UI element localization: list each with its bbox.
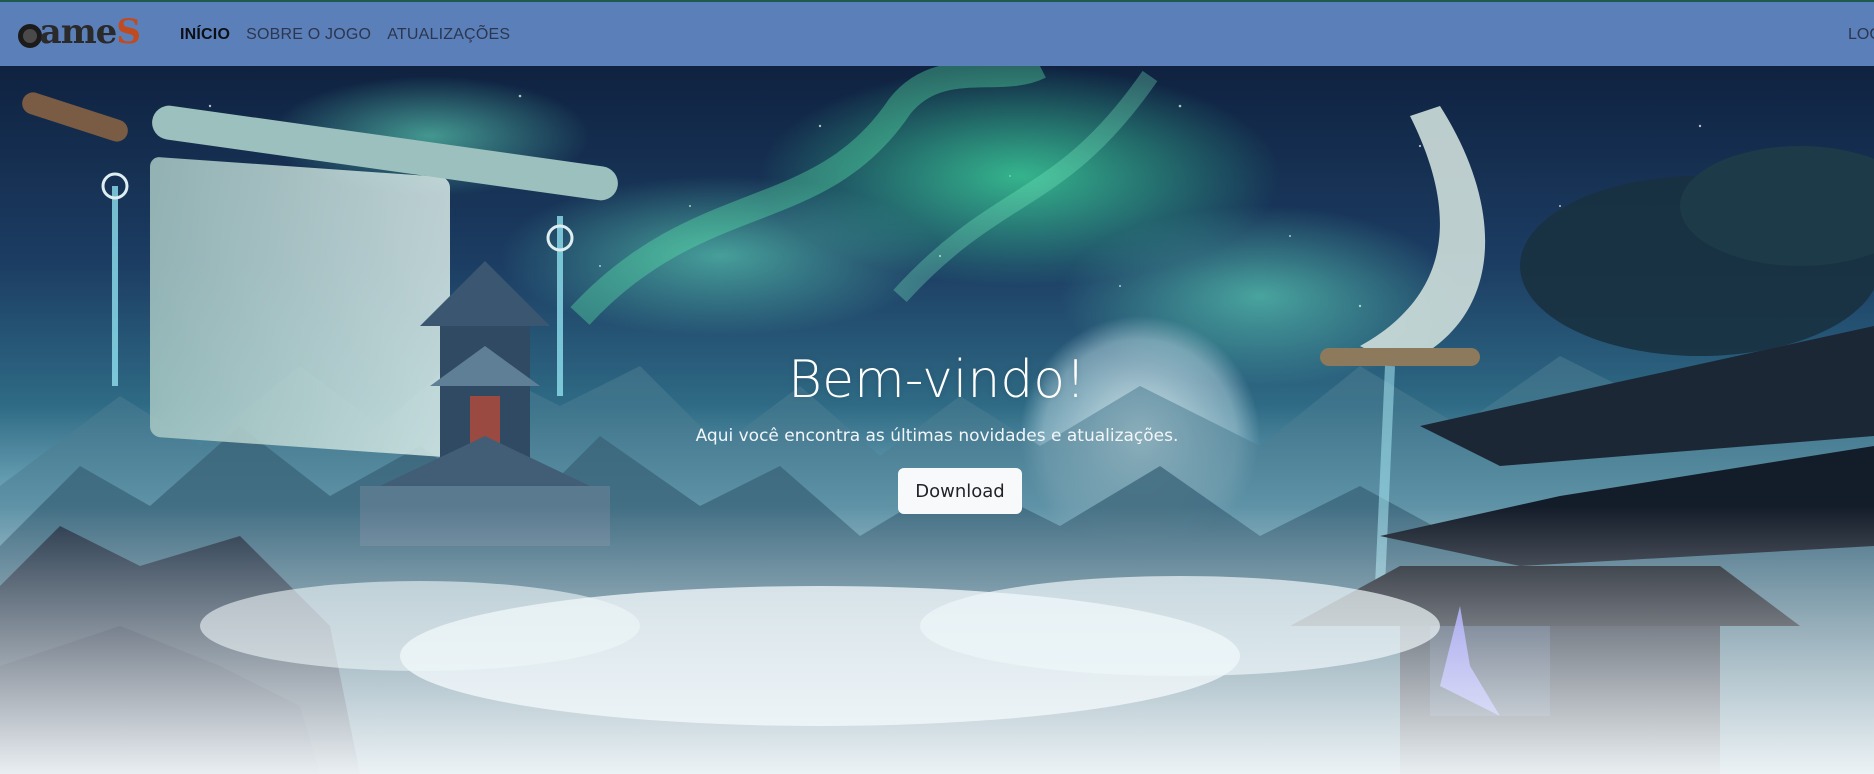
nav-link-inicio[interactable]: INÍCIO [180, 26, 230, 44]
hero-section: Bem-vindo! Aqui você encontra as últimas… [0, 66, 1874, 774]
hero-content: Bem-vindo! Aqui você encontra as últimas… [0, 66, 1874, 774]
nav-links: INÍCIO SOBRE O JOGO ATUALIZAÇÕES [180, 26, 510, 44]
download-button[interactable]: Download [898, 468, 1022, 514]
navbar: ameS INÍCIO SOBRE O JOGO ATUALIZAÇÕES LO… [0, 0, 1874, 66]
logo-text-main: ame [18, 12, 118, 52]
nav-link-atualizacoes[interactable]: ATUALIZAÇÕES [387, 26, 510, 44]
logo-text: ameS [18, 12, 141, 52]
hero-subtitle: Aqui você encontra as últimas novidades … [695, 426, 1179, 446]
game-logo[interactable]: ameS [16, 10, 156, 58]
logo-text-s: S [116, 12, 141, 52]
hero-title: Bem-vindo! [788, 350, 1086, 410]
nav-link-sobre-o-jogo[interactable]: SOBRE O JOGO [246, 26, 371, 44]
nav-link-login[interactable]: LOG [1848, 26, 1874, 44]
